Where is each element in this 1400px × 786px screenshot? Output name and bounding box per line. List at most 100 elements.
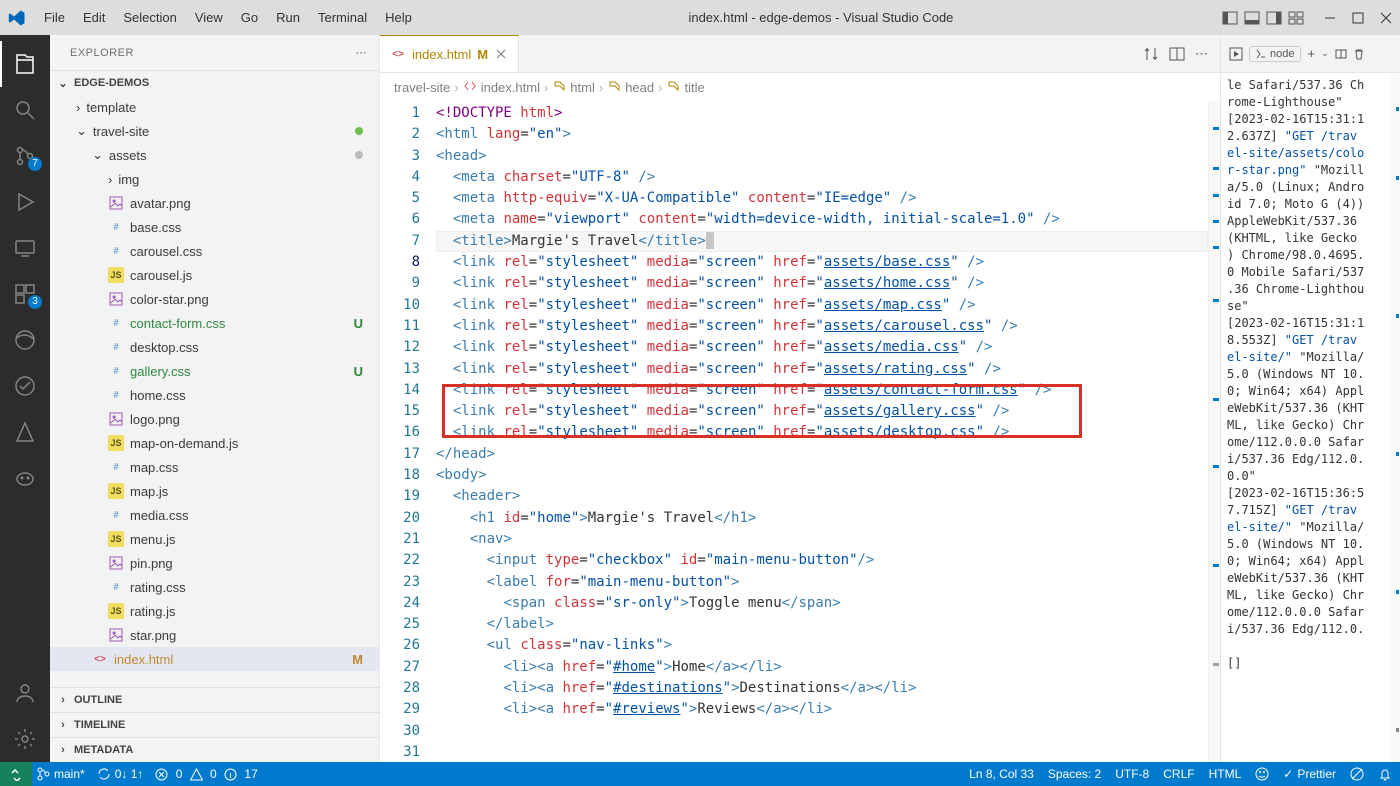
file-map-on-demand.js[interactable]: JS map-on-demand.js: [50, 431, 379, 455]
eol-status[interactable]: CRLF: [1163, 767, 1194, 781]
split-terminal-icon[interactable]: [1335, 48, 1347, 60]
language-status[interactable]: HTML: [1209, 767, 1242, 781]
layout-left-icon[interactable]: [1222, 10, 1238, 26]
breadcrumb-item[interactable]: head: [625, 80, 654, 95]
remote-button[interactable]: [0, 762, 32, 786]
unknown-status[interactable]: [1350, 767, 1364, 781]
code-area[interactable]: 1234567891011121314151617181920212223242…: [380, 101, 1220, 762]
minimap[interactable]: [1208, 101, 1220, 762]
terminal-output[interactable]: le Safari/537.36 Chrome-Lighthouse"[2023…: [1221, 73, 1390, 762]
run-icon[interactable]: [1229, 47, 1243, 61]
add-terminal-icon[interactable]: +: [1307, 46, 1315, 61]
project-header[interactable]: ⌄ EDGE-DEMOS: [50, 70, 379, 95]
file-carousel.js[interactable]: JS carousel.js: [50, 263, 379, 287]
cursor-position[interactable]: Ln 8, Col 33: [969, 767, 1034, 781]
menu-terminal[interactable]: Terminal: [310, 8, 375, 27]
breadcrumb-item[interactable]: html: [570, 80, 595, 95]
section-timeline[interactable]: ›TIMELINE: [50, 712, 379, 737]
activity-extensions[interactable]: 3: [0, 271, 50, 317]
layout-grid-icon[interactable]: [1288, 10, 1304, 26]
split-editor-icon[interactable]: [1169, 46, 1185, 62]
window-title: index.html - edge-demos - Visual Studio …: [420, 10, 1222, 25]
feedback-icon[interactable]: [1255, 767, 1269, 781]
folder-travel-site[interactable]: ⌄ travel-site: [50, 119, 379, 143]
folder-assets[interactable]: ⌄ assets: [50, 143, 379, 167]
folder-img[interactable]: › img: [50, 167, 379, 191]
file-rating.css[interactable]: # rating.css: [50, 575, 379, 599]
menu-edit[interactable]: Edit: [75, 8, 113, 27]
breadcrumb-item[interactable]: index.html: [481, 80, 540, 95]
file-logo.png[interactable]: logo.png: [50, 407, 379, 431]
activity-check[interactable]: [0, 363, 50, 409]
tab-index-html[interactable]: <> index.html M: [380, 35, 519, 72]
indent-status[interactable]: Spaces: 2: [1048, 767, 1101, 781]
file-media.css[interactable]: # media.css: [50, 503, 379, 527]
file-carousel.css[interactable]: # carousel.css: [50, 239, 379, 263]
warning-icon: [190, 768, 203, 781]
encoding-status[interactable]: UTF-8: [1115, 767, 1149, 781]
file-index-html[interactable]: <> index.htmlM: [50, 647, 379, 671]
activity-source-control[interactable]: 7: [0, 133, 50, 179]
section-metadata[interactable]: ›METADATA: [50, 737, 379, 762]
problems-status[interactable]: 0 0 17: [155, 767, 257, 781]
trash-icon[interactable]: [1353, 48, 1365, 60]
sidebar-more-icon[interactable]: ⋯: [356, 46, 368, 59]
activity-account[interactable]: [0, 670, 50, 716]
branch-status[interactable]: main*: [36, 767, 85, 781]
file-home.css[interactable]: # home.css: [50, 383, 379, 407]
breadcrumb-item[interactable]: title: [684, 80, 704, 95]
dropdown-icon[interactable]: ⌄: [1321, 48, 1329, 59]
file-star.png[interactable]: star.png: [50, 623, 379, 647]
breadcrumb-item[interactable]: travel-site: [394, 80, 450, 95]
file-menu.js[interactable]: JS menu.js: [50, 527, 379, 551]
file-contact-form.css[interactable]: # contact-form.cssU: [50, 311, 379, 335]
file-map.js[interactable]: JS map.js: [50, 479, 379, 503]
compare-icon[interactable]: [1143, 46, 1159, 62]
file-base.css[interactable]: # base.css: [50, 215, 379, 239]
menu-go[interactable]: Go: [233, 8, 266, 27]
activity-run-debug[interactable]: [0, 179, 50, 225]
file-gallery.css[interactable]: # gallery.cssU: [50, 359, 379, 383]
section-outline[interactable]: ›OUTLINE: [50, 687, 379, 712]
chevron-down-icon: ⌄: [76, 123, 87, 139]
css-file-icon: #: [108, 459, 124, 475]
activity-search[interactable]: [0, 87, 50, 133]
code-lines[interactable]: <!DOCTYPE html><html lang="en"><head> <m…: [434, 101, 1208, 762]
activity-remote[interactable]: [0, 225, 50, 271]
prettier-status[interactable]: ✓ Prettier: [1283, 767, 1336, 781]
menu-run[interactable]: Run: [268, 8, 308, 27]
folder-template[interactable]: › template: [50, 95, 379, 119]
file-pin.png[interactable]: pin.png: [50, 551, 379, 575]
maximize-icon[interactable]: [1352, 12, 1364, 24]
file-map.css[interactable]: # map.css: [50, 455, 379, 479]
bell-icon[interactable]: [1378, 767, 1392, 781]
file-tree[interactable]: › template⌄ travel-site⌄ assets› img ava…: [50, 95, 379, 687]
file-rating.js[interactable]: JS rating.js: [50, 599, 379, 623]
file-desktop.css[interactable]: # desktop.css: [50, 335, 379, 359]
activity-azure[interactable]: [0, 409, 50, 455]
editor-more-icon[interactable]: ⋯: [1195, 46, 1208, 62]
menu-file[interactable]: File: [36, 8, 73, 27]
layout-right-icon[interactable]: [1266, 10, 1282, 26]
layout-bottom-icon[interactable]: [1244, 10, 1260, 26]
css-file-icon: #: [108, 219, 124, 235]
breadcrumb-icon: [607, 79, 621, 96]
sync-status[interactable]: 0↓ 1↑: [97, 767, 144, 781]
menu-view[interactable]: View: [187, 8, 231, 27]
terminal-selector[interactable]: node: [1249, 46, 1301, 62]
html-file-icon: <>: [390, 46, 406, 62]
activity-settings[interactable]: [0, 716, 50, 762]
close-icon[interactable]: [1380, 12, 1392, 24]
js-file-icon: JS: [108, 531, 124, 547]
terminal-scrollbar[interactable]: [1390, 73, 1400, 762]
activity-edge[interactable]: [0, 317, 50, 363]
breadcrumbs[interactable]: travel-site›index.html›html›head›title: [380, 73, 1220, 101]
tab-close-icon[interactable]: [494, 47, 508, 61]
minimize-icon[interactable]: [1324, 12, 1336, 24]
file-color-star.png[interactable]: color-star.png: [50, 287, 379, 311]
menu-help[interactable]: Help: [377, 8, 420, 27]
file-avatar.png[interactable]: avatar.png: [50, 191, 379, 215]
activity-copilot[interactable]: [0, 455, 50, 501]
menu-selection[interactable]: Selection: [115, 8, 184, 27]
activity-explorer[interactable]: [0, 41, 50, 87]
